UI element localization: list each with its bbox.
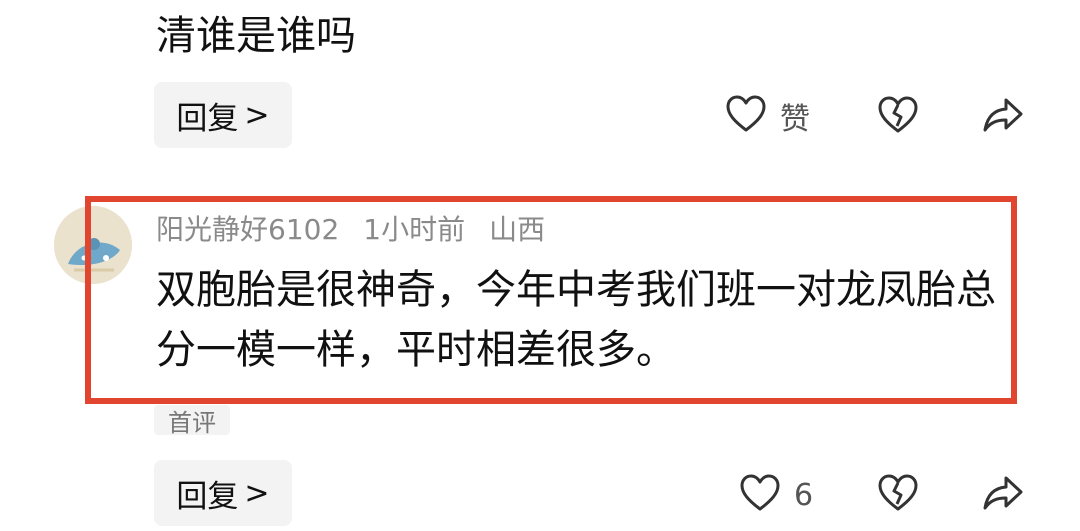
reply-button[interactable]: 回复 >: [154, 82, 292, 148]
username[interactable]: 阳光静好6102: [156, 208, 339, 248]
broken-heart-icon: [878, 96, 918, 138]
dislike-button[interactable]: [878, 96, 918, 138]
share-arrow-icon: [982, 96, 1024, 138]
dislike-button[interactable]: [878, 474, 918, 516]
first-comment-badge: 首评: [154, 405, 230, 435]
timestamp: 1小时前: [363, 213, 466, 246]
avatar[interactable]: [54, 206, 132, 284]
reply-button[interactable]: 回复 >: [154, 460, 292, 526]
like-count: 6: [794, 477, 814, 513]
chevron-right-icon: >: [244, 97, 270, 133]
share-button[interactable]: [982, 474, 1024, 516]
heart-icon: [740, 474, 780, 516]
like-label: 赞: [780, 102, 810, 137]
share-button[interactable]: [982, 96, 1024, 138]
heart-icon: [726, 95, 766, 137]
location: 山西: [489, 213, 546, 246]
comment-text: 双胞胎是很神奇，今年中考我们班一对龙凤胎总分一模一样，平时相差很多。: [156, 267, 996, 373]
reply-label: 回复: [176, 478, 239, 515]
comment-meta: 阳光静好6102 1小时前 山西: [156, 208, 545, 248]
broken-heart-icon: [878, 474, 918, 516]
reply-label: 回复: [176, 100, 239, 137]
like-action[interactable]: 赞: [726, 94, 810, 138]
chevron-right-icon: >: [244, 475, 270, 511]
like-action[interactable]: 6: [740, 474, 813, 516]
previous-comment-text: 清谁是谁吗: [156, 13, 356, 59]
share-arrow-icon: [982, 474, 1024, 516]
